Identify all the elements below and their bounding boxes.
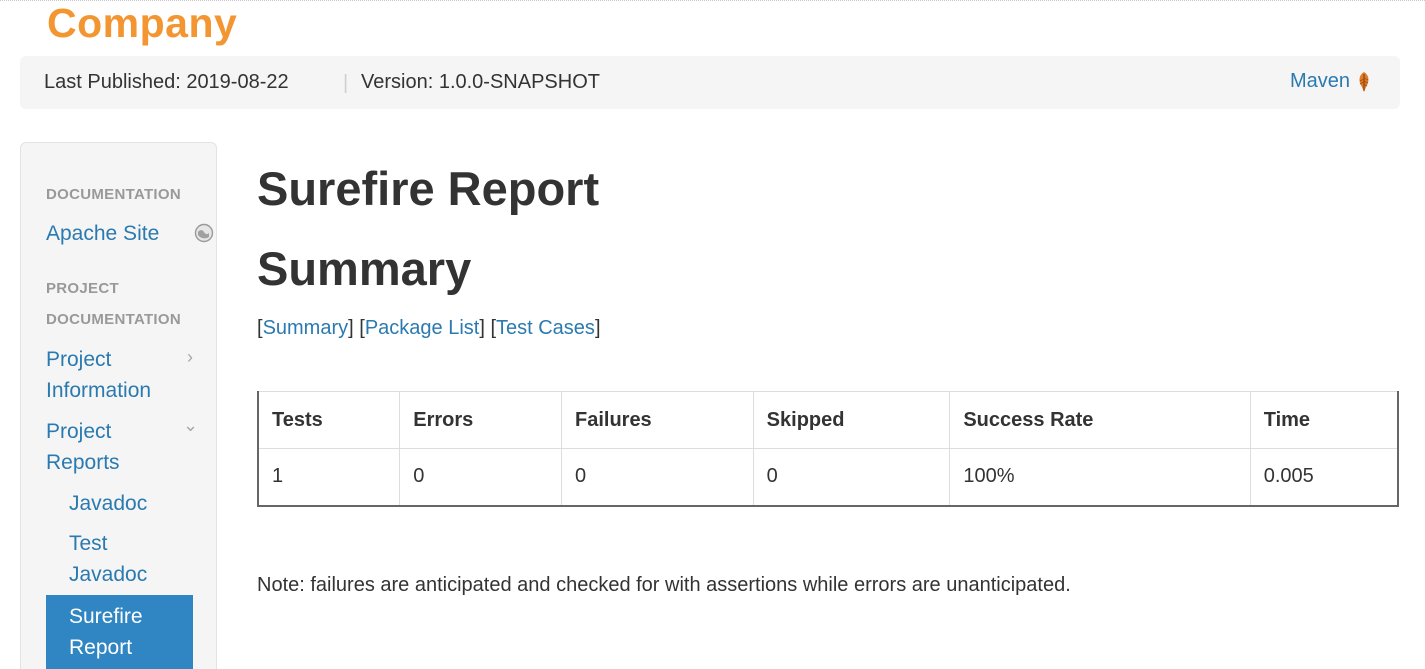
nav-header-project-documentation-line1: PROJECT [46,280,119,297]
section-links: [Summary] [Package List] [Test Cases] [257,317,601,339]
nav-header-project-documentation-line2: DOCUMENTATION [46,311,181,328]
sidebar-item-project-information[interactable]: Project [46,344,111,375]
page-title: Surefire Report [257,162,600,215]
link-summary[interactable]: Summary [263,317,349,339]
table-row: 1 0 0 0 100% 0.005 [257,448,1399,506]
header-success-rate: Success Rate [949,391,1251,449]
cell-skipped: 0 [752,448,951,506]
sidebar-item-apache-site[interactable]: Apache Site [46,218,159,249]
sidebar-item-surefire-report[interactable]: Surefire Report [46,595,193,669]
header-time: Time [1249,391,1399,449]
breadcrumb-separator: | [343,72,349,94]
sidebar-item-project-reports-line2[interactable]: Reports [46,447,120,478]
feather-icon [1359,71,1369,92]
sidebar-item-surefire-report-line1: Surefire [69,605,143,628]
maven-link-label: Maven [1289,70,1350,92]
cell-time: 0.005 [1249,448,1399,506]
chevron-down-icon[interactable]: ⌄ [183,415,198,436]
version-label: Version: 1.0.0-SNAPSHOT [361,71,600,93]
sidebar-item-test-javadoc-line2[interactable]: Javadoc [69,559,147,590]
header-errors: Errors [399,391,562,449]
sidebar-item-surefire-report-line2: Report [69,636,133,659]
header-failures: Failures [560,391,754,449]
chevron-right-icon[interactable]: › [187,347,193,368]
link-package-list[interactable]: Package List [365,317,480,339]
maven-link[interactable]: Maven [1290,70,1372,93]
header-tests: Tests [257,391,401,449]
sidebar-item-javadoc[interactable]: Javadoc [69,488,147,519]
cell-failures: 0 [560,448,754,506]
table-header-row: Tests Errors Failures Skipped Success Ra… [257,391,1399,449]
link-test-cases[interactable]: Test Cases [496,317,595,339]
sidebar-nav: DOCUMENTATION Apache Site PROJECT DOCUME… [20,142,217,669]
note-text: Note: failures are anticipated and check… [257,574,1071,596]
last-published: Last Published: 2019-08-22 [44,71,289,93]
breadcrumb-bar: Last Published: 2019-08-22 | Version: 1.… [20,56,1400,109]
header-skipped: Skipped [752,391,951,449]
sidebar-item-project-reports[interactable]: Project [46,416,111,447]
globe-icon [194,223,214,243]
sidebar-item-project-information-line2[interactable]: Information [46,375,151,406]
nav-header-documentation: DOCUMENTATION [46,186,181,203]
section-title: Summary [257,242,472,295]
cell-success-rate: 100% [949,448,1251,506]
summary-table: Tests Errors Failures Skipped Success Ra… [257,391,1399,507]
company-logo[interactable]: Company [47,0,237,47]
sidebar-item-test-javadoc[interactable]: Test [69,528,108,559]
cell-errors: 0 [399,448,562,506]
page: Company Last Published: 2019-08-22 | Ver… [0,0,1425,669]
cell-tests: 1 [257,448,401,506]
